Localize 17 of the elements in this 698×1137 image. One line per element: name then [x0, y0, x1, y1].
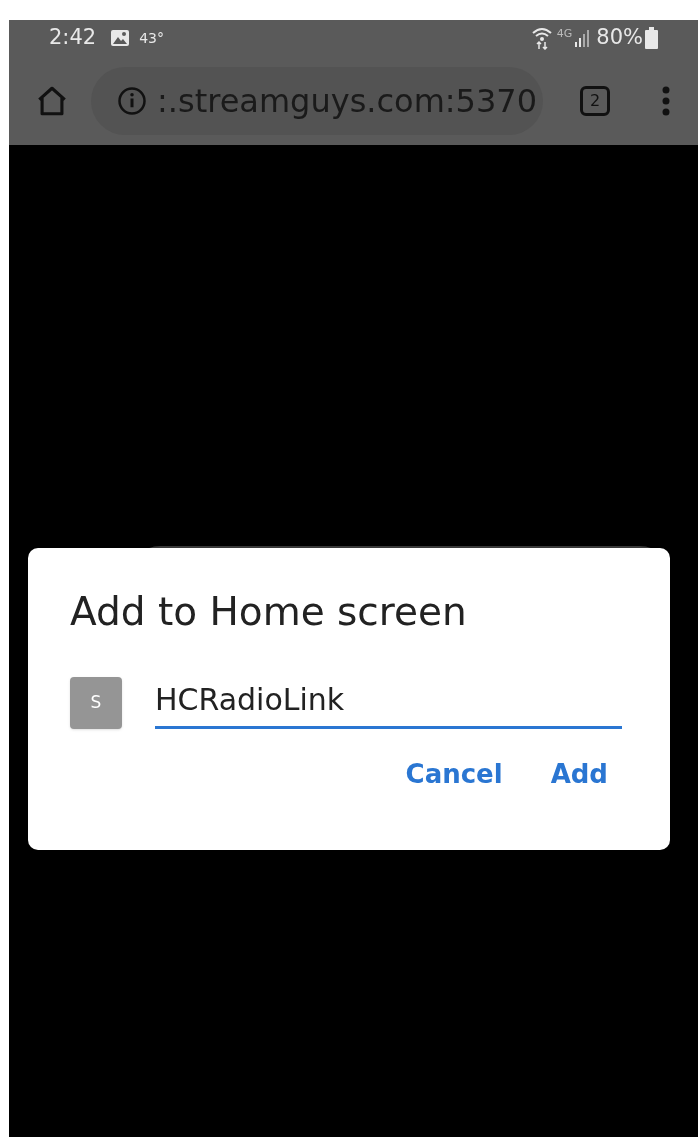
app-icon: S — [70, 676, 122, 729]
status-time: 2:42 — [49, 24, 97, 52]
tab-count-button[interactable]: 2 — [580, 85, 610, 116]
url-text: :.streamguys.com:5370 — [157, 80, 538, 122]
name-input-field[interactable]: HCRadioLink — [155, 676, 622, 729]
confirm-button[interactable]: Add — [536, 748, 622, 800]
cancel-button[interactable]: Cancel — [391, 748, 517, 800]
temperature: 43° — [139, 28, 164, 48]
network-type: 4G — [556, 26, 573, 42]
dialog-title: Add to Home screen — [70, 588, 468, 636]
info-icon — [117, 85, 147, 116]
wifi-icon — [530, 26, 553, 50]
more-menu-icon[interactable] — [662, 85, 670, 116]
image-icon — [110, 29, 131, 47]
battery-icon — [645, 27, 658, 49]
battery-percent: 80% — [596, 24, 643, 52]
signal-icon — [574, 29, 591, 47]
